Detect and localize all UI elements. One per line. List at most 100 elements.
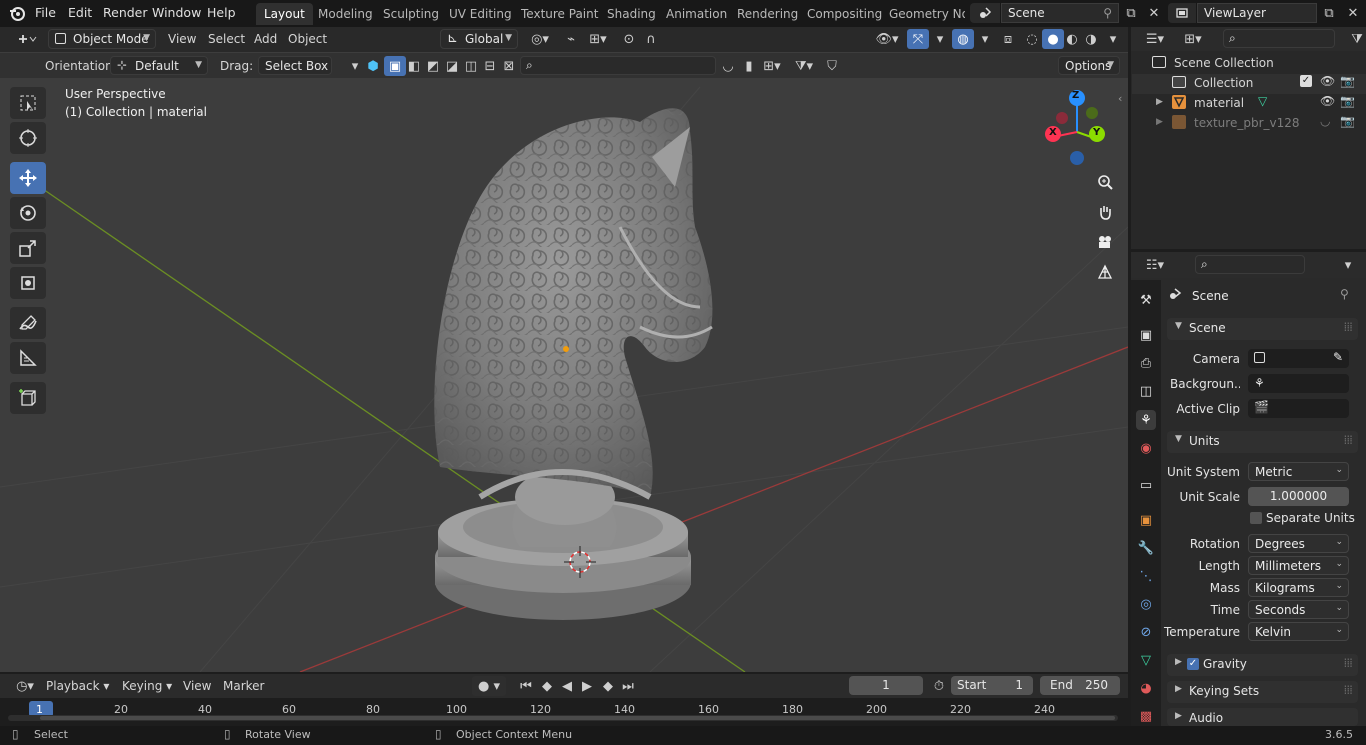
modifier-tab-icon[interactable]: 🔧	[1136, 538, 1156, 558]
delete-scene-icon[interactable]: ✕	[1143, 3, 1165, 23]
texture-tab-icon[interactable]: ▩	[1136, 706, 1156, 726]
cursor-tool-icon[interactable]	[10, 122, 46, 154]
object-tab-icon[interactable]: ▣	[1136, 510, 1156, 530]
particles-tab-icon[interactable]: ⋱	[1136, 566, 1156, 586]
eye-icon[interactable]: 👁	[1320, 74, 1335, 88]
camera-icon[interactable]: 📷	[1340, 94, 1355, 108]
unit-system-select[interactable]: Metric ⌄	[1248, 462, 1349, 481]
camera-view-icon[interactable]	[1092, 229, 1118, 255]
drag-handle-icon[interactable]: ⁞⁞⁞	[1344, 683, 1354, 697]
menu-help[interactable]: Help	[207, 5, 236, 20]
jump-prev-keyframe-icon[interactable]: ◆	[536, 676, 558, 696]
filter-icon[interactable]: ⧩▾	[790, 56, 818, 76]
auto-keying-icon[interactable]: ● ▾	[472, 676, 506, 696]
move-tool-icon[interactable]	[10, 162, 46, 194]
outliner-item-material[interactable]: ▶ material ▽ 👁 📷	[1132, 94, 1366, 114]
end-frame-field[interactable]: End 250	[1040, 676, 1120, 695]
snap-target-icon[interactable]: ⊞▾	[583, 29, 613, 49]
drag-handle-icon[interactable]: ⁞⁞⁞	[1344, 320, 1354, 334]
start-frame-field[interactable]: Start 1	[951, 676, 1033, 695]
eye-closed-icon[interactable]: ◡	[1320, 114, 1330, 128]
properties-options-icon[interactable]: ▾	[1337, 255, 1359, 275]
scale-tool-icon[interactable]	[10, 232, 46, 264]
ortho-grid-icon[interactable]	[1092, 259, 1118, 285]
proportional-edit-icon[interactable]: ⊙	[618, 29, 640, 49]
stopwatch-icon[interactable]: ⏱	[928, 676, 950, 696]
mode-select[interactable]: Object Mode ▼	[48, 29, 156, 49]
units-panel-header[interactable]: ▼ Units ⁞⁞⁞	[1167, 431, 1358, 453]
scene-panel-header[interactable]: ▼ Scene ⁞⁞⁞	[1167, 318, 1358, 340]
timeline-menu-marker[interactable]: Marker	[223, 679, 264, 693]
delete-view-layer-icon[interactable]: ✕	[1342, 3, 1364, 23]
zoom-icon[interactable]	[1092, 169, 1118, 195]
drag-select[interactable]: Select Box	[258, 56, 332, 75]
gizmo-y-label[interactable]: Y	[1093, 127, 1100, 138]
new-scene-icon[interactable]: ⧉	[1120, 3, 1142, 23]
output-tab-icon[interactable]: ⎙	[1136, 353, 1156, 373]
temperature-select[interactable]: Kelvin ⌄	[1248, 622, 1349, 641]
active-clip-field[interactable]: 🎬	[1248, 399, 1349, 418]
background-field[interactable]: ⚘	[1248, 374, 1349, 393]
sidebar-toggle-icon[interactable]: ‹	[1118, 92, 1122, 105]
gizmo-toggle-icon[interactable]: ⤧	[907, 29, 929, 49]
tab-uv-editing[interactable]: UV Editing	[441, 3, 520, 25]
chevron-right-icon[interactable]: ▶	[1156, 117, 1163, 127]
mesh-data-icon[interactable]: ▽	[1258, 94, 1267, 108]
rotation-select[interactable]: Degrees ⌄	[1248, 534, 1349, 553]
gizmo-dropdown-icon[interactable]: ▾	[929, 29, 951, 49]
orientation-select[interactable]: ⊹ Default ▼	[110, 56, 208, 75]
navigation-gizmo[interactable]: Z Y X	[1040, 87, 1110, 167]
menu-file[interactable]: File	[35, 5, 56, 20]
timeline-menu-keying[interactable]: Keying ▾	[122, 679, 172, 693]
camera-field[interactable]: ✎	[1248, 349, 1349, 368]
transform-tool-icon[interactable]	[10, 267, 46, 299]
viewport-menu-object[interactable]: Object	[288, 32, 327, 46]
measure-tool-icon[interactable]	[10, 342, 46, 374]
physics-tab-icon[interactable]: ◎	[1136, 594, 1156, 614]
scene-tab-icon[interactable]: ⚘	[1136, 410, 1156, 430]
object-types-icon[interactable]: ⬢	[362, 56, 384, 76]
outliner-search-input[interactable]: ⌕	[1223, 29, 1335, 48]
collection-tab-icon[interactable]: ▭	[1136, 475, 1156, 495]
menu-edit[interactable]: Edit	[68, 5, 92, 20]
render-tab-icon[interactable]: ▣	[1136, 325, 1156, 345]
jump-start-icon[interactable]: ⏮	[515, 676, 537, 696]
gravity-checkbox[interactable]: ✓	[1187, 658, 1199, 670]
pan-hand-icon[interactable]	[1092, 199, 1118, 225]
tab-texture-paint[interactable]: Texture Paint	[513, 3, 606, 25]
unit-scale-field[interactable]: 1.000000	[1248, 487, 1349, 506]
play-icon[interactable]: ▶	[576, 676, 598, 696]
viewport-3d[interactable]: User Perspective (1) Collection | materi…	[0, 27, 1128, 672]
outliner-editor-type-icon[interactable]: ☰▾	[1139, 29, 1171, 49]
world-tab-icon[interactable]: ◉	[1136, 438, 1156, 458]
tab-modeling[interactable]: Modeling	[310, 3, 381, 25]
menu-window[interactable]: Window	[152, 5, 201, 20]
camera-icon[interactable]: 📷	[1340, 114, 1355, 128]
properties-search-input[interactable]: ⌕	[1195, 255, 1305, 274]
editor-type-icon[interactable]	[12, 29, 42, 49]
tab-rendering[interactable]: Rendering	[729, 3, 806, 25]
rotate-tool-icon[interactable]	[10, 197, 46, 229]
viewport-menu-view[interactable]: View	[168, 32, 196, 46]
camera-icon[interactable]: 📷	[1340, 74, 1355, 88]
blender-logo-icon[interactable]	[9, 5, 25, 21]
pin-icon[interactable]: ⚲	[1340, 287, 1349, 301]
pin-icon[interactable]: ⚲	[1103, 6, 1112, 20]
checkbox-icon[interactable]: ✓	[1300, 75, 1312, 87]
outliner-filter-icon[interactable]: ⧩	[1346, 29, 1366, 49]
new-view-layer-icon[interactable]: ⧉	[1318, 3, 1340, 23]
properties-editor-type-icon[interactable]: ☷▾	[1139, 255, 1171, 275]
view-layer-browse-icon[interactable]	[1168, 3, 1196, 23]
view-layer-field[interactable]: ViewLayer	[1197, 3, 1317, 23]
shading-dropdown-icon[interactable]: ▾	[1102, 29, 1124, 49]
gravity-panel-header[interactable]: ▶ ✓ Gravity ⁞⁞⁞	[1167, 654, 1358, 676]
outliner-item-texture[interactable]: ▶ texture_pbr_v128 ◡ 📷	[1132, 114, 1366, 134]
outliner-scene-collection[interactable]: Scene Collection	[1132, 54, 1366, 74]
tab-animation[interactable]: Animation	[658, 3, 735, 25]
viewport-menu-select[interactable]: Select	[208, 32, 245, 46]
jump-end-icon[interactable]: ⏭	[617, 676, 639, 696]
length-select[interactable]: Millimeters ⌄	[1248, 556, 1349, 575]
filter-layout-icon[interactable]: ⊞▾	[758, 56, 786, 76]
scene-browse-icon[interactable]	[970, 3, 1000, 23]
eyedropper-icon[interactable]: ✎	[1333, 350, 1343, 364]
